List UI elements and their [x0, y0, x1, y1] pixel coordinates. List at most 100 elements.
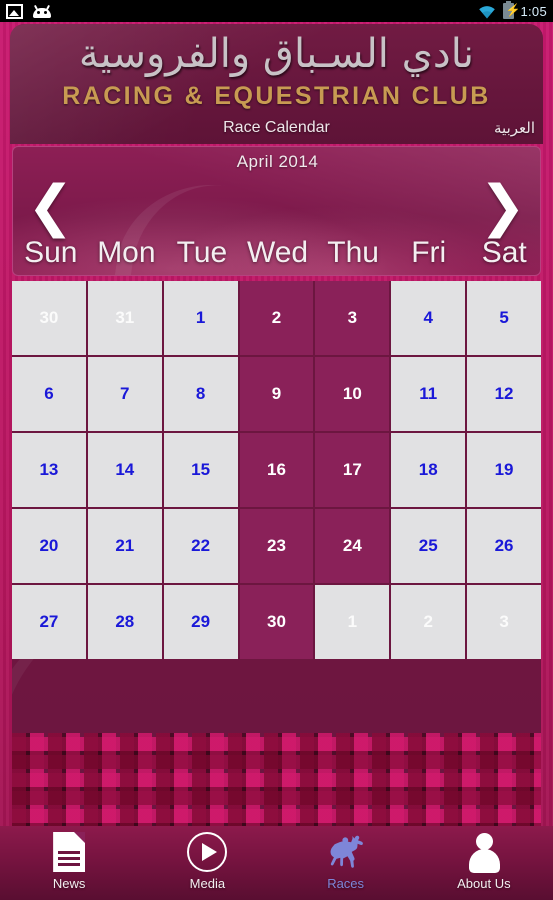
calendar-day-number: 27 — [39, 612, 59, 631]
calendar-day-cell[interactable]: 11 — [391, 357, 466, 431]
calendar-day-cell[interactable]: 17 — [315, 433, 390, 507]
calendar-day-cell[interactable]: 9 — [239, 357, 314, 431]
calendar-day-cell[interactable]: 12 — [467, 357, 541, 431]
club-title-arabic: نادي السـباق والفروسية — [78, 31, 475, 77]
calendar-day-cell[interactable]: 20 — [12, 509, 86, 583]
calendar-day-number: 11 — [419, 384, 438, 403]
calendar-day-cell[interactable]: 24 — [315, 509, 390, 583]
nav-item-about-us[interactable]: About Us — [415, 826, 553, 900]
person-icon — [462, 832, 506, 874]
club-header: نادي السـباق والفروسية RACING & EQUESTRI… — [10, 24, 543, 144]
calendar-day-cell[interactable]: 18 — [391, 433, 466, 507]
calendar-day-cell[interactable]: 28 — [87, 585, 162, 659]
calendar-day-cell[interactable]: 22 — [163, 509, 238, 583]
calendar-day-cell[interactable]: 25 — [391, 509, 466, 583]
calendar-day-number: 16 — [267, 460, 286, 479]
calendar-day-cell[interactable]: 1 — [163, 281, 238, 355]
calendar-day-cell[interactable]: 26 — [467, 509, 541, 583]
calendar-day-number: 31 — [115, 308, 135, 327]
calendar-day-number: 4 — [423, 308, 433, 327]
calendar-day-cell[interactable]: 16 — [239, 433, 314, 507]
weekday-fri: Fri — [411, 236, 447, 269]
weekday-sat: Sat — [481, 236, 527, 269]
calendar-day-cell[interactable]: 6 — [12, 357, 86, 431]
weekday-sun: Sun — [24, 236, 78, 269]
android-icon — [33, 4, 51, 18]
decorative-mosaic-panel — [12, 659, 541, 841]
calendar-day-number: 28 — [115, 612, 135, 631]
calendar-day-number: 5 — [499, 308, 509, 327]
calendar-day-number: 30 — [39, 308, 59, 327]
calendar-day-cell[interactable]: 30 — [12, 281, 86, 355]
calendar-day-cell[interactable]: 8 — [163, 357, 238, 431]
club-title-english: RACING & EQUESTRIAN CLUB — [62, 82, 491, 110]
next-month-button[interactable]: ❯ — [479, 179, 526, 235]
calendar-day-cell[interactable]: 31 — [87, 281, 162, 355]
status-bar-right-icons: ⚡ 1:05 — [477, 1, 547, 19]
calendar-day-number: 2 — [271, 308, 282, 327]
calendar-day-number: 1 — [347, 612, 358, 631]
app-root: ⚡ 1:05 نادي السـباق والفروسية RACING & E… — [0, 0, 553, 900]
calendar-day-number: 15 — [191, 460, 211, 479]
weekday-thu: Thu — [327, 236, 379, 269]
calendar-day-cell[interactable]: 3 — [315, 281, 390, 355]
calendar-day-number: 20 — [39, 536, 59, 555]
calendar-day-cell[interactable]: 2 — [391, 585, 466, 659]
calendar-day-cell[interactable]: 2 — [239, 281, 314, 355]
weekday-tue: Tue — [176, 236, 228, 269]
calendar-day-number: 21 — [115, 536, 135, 555]
clock: 1:05 — [520, 3, 547, 19]
calendar-day-cell[interactable]: 30 — [239, 585, 314, 659]
calendar-day-number: 7 — [120, 384, 130, 403]
media-play-icon — [185, 832, 229, 874]
calendar-day-number: 17 — [342, 460, 362, 479]
nav-item-media[interactable]: Media — [138, 826, 276, 900]
calendar-day-cell[interactable]: 5 — [467, 281, 541, 355]
calendar-day-cell[interactable]: 21 — [87, 509, 162, 583]
nav-label-media: Media — [189, 876, 226, 891]
status-bar: ⚡ 1:05 — [0, 0, 553, 22]
battery-charging-icon: ⚡ — [503, 1, 521, 19]
image-icon — [6, 3, 23, 19]
bottom-navigation-bar: News Media Races About Us — [0, 826, 553, 900]
nav-label-about-us: About Us — [457, 876, 511, 891]
nav-label-races: Races — [327, 876, 365, 891]
wifi-icon — [479, 6, 496, 19]
language-toggle-link[interactable]: العربية — [494, 116, 535, 140]
nav-item-news[interactable]: News — [0, 826, 138, 900]
calendar-day-cell[interactable]: 3 — [467, 585, 541, 659]
calendar-day-cell[interactable]: 1 — [315, 585, 390, 659]
calendar-day-cell[interactable]: 4 — [391, 281, 466, 355]
calendar-day-number: 2 — [423, 612, 433, 631]
calendar-day-cell[interactable]: 13 — [12, 433, 86, 507]
weekday-header-row: Sun Mon Tue Wed Thu Fri Sat — [13, 233, 540, 273]
nav-label-news: News — [52, 876, 86, 891]
calendar-day-number: 3 — [347, 308, 358, 327]
calendar-day-cell[interactable]: 29 — [163, 585, 238, 659]
calendar-day-cell[interactable]: 23 — [239, 509, 314, 583]
calendar-day-number: 19 — [494, 460, 514, 479]
calendar-day-number: 9 — [271, 384, 282, 403]
calendar-day-cell[interactable]: 15 — [163, 433, 238, 507]
calendar-day-number: 24 — [342, 536, 362, 555]
page-subbar: Race Calendar العربية — [10, 116, 543, 144]
news-document-icon — [47, 832, 91, 874]
calendar-day-cell[interactable]: 14 — [87, 433, 162, 507]
mosaic-tile-shading — [12, 733, 541, 841]
calendar-day-number: 3 — [499, 612, 509, 631]
calendar-day-number: 26 — [494, 536, 514, 555]
calendar-day-cell[interactable]: 27 — [12, 585, 86, 659]
calendar-day-number: 18 — [418, 460, 438, 479]
calendar-day-cell[interactable]: 19 — [467, 433, 541, 507]
calendar-day-number: 13 — [39, 460, 59, 479]
weekday-wed: Wed — [246, 236, 309, 269]
nav-item-races[interactable]: Races — [277, 826, 415, 900]
calendar-day-number: 10 — [342, 384, 362, 403]
page-title: Race Calendar — [223, 119, 330, 136]
calendar-day-number: 23 — [267, 536, 286, 555]
calendar-day-cell[interactable]: 10 — [315, 357, 390, 431]
previous-month-button[interactable]: ❮ — [27, 179, 74, 235]
calendar-day-cell[interactable]: 7 — [87, 357, 162, 431]
weekday-mon: Mon — [97, 236, 156, 269]
calendar-day-number: 29 — [191, 612, 211, 631]
